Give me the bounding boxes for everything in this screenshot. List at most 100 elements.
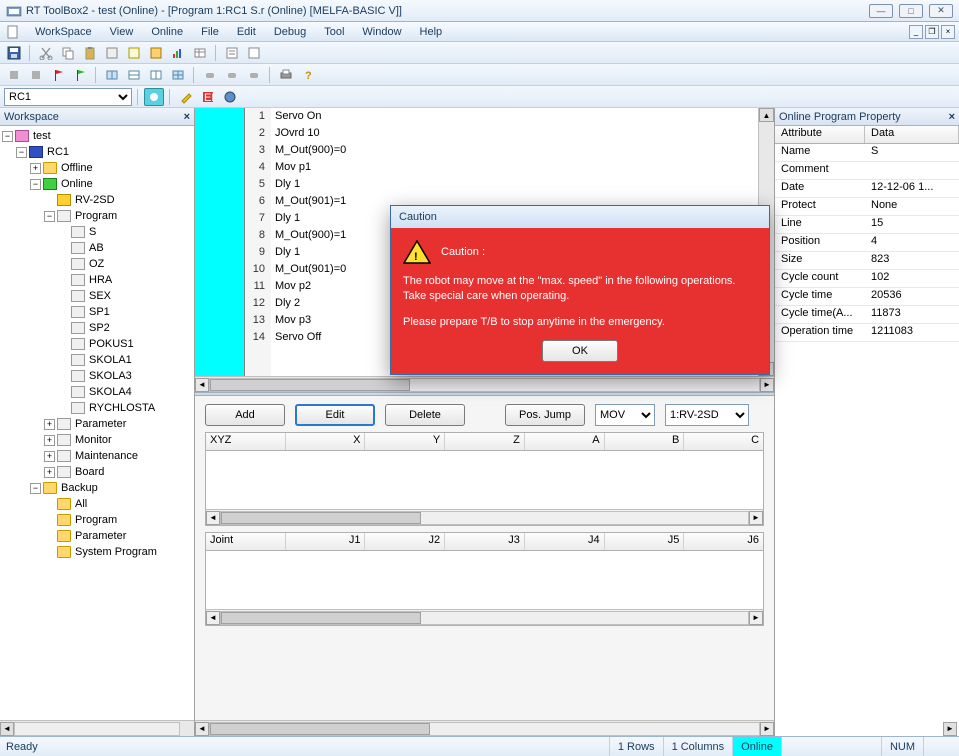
prop-row-size[interactable]: Size823 xyxy=(775,252,959,270)
tree-prog-sp2[interactable]: SP2 xyxy=(2,320,192,336)
table-icon[interactable] xyxy=(190,44,210,62)
tree-board[interactable]: +Board xyxy=(2,464,192,480)
tool-a-icon[interactable] xyxy=(102,44,122,62)
tree-prog-skola1[interactable]: SKOLA1 xyxy=(2,352,192,368)
rect1-icon[interactable] xyxy=(200,66,220,84)
mdi-minimize-button[interactable]: _ xyxy=(909,25,923,39)
panel3-icon[interactable] xyxy=(146,66,166,84)
doc-list-icon[interactable] xyxy=(222,44,242,62)
tree-backup-parameter[interactable]: Parameter xyxy=(2,528,192,544)
tree-offline[interactable]: +Offline xyxy=(2,160,192,176)
tree-backup[interactable]: −Backup xyxy=(2,480,192,496)
tree-prog-skola4[interactable]: SKOLA4 xyxy=(2,384,192,400)
menu-window[interactable]: Window xyxy=(353,24,410,40)
tool-c-icon[interactable] xyxy=(146,44,166,62)
tree-backup-all[interactable]: All xyxy=(2,496,192,512)
tree-backup-system-program[interactable]: System Program xyxy=(2,544,192,560)
menu-online[interactable]: Online xyxy=(142,24,192,40)
prop-row-date[interactable]: Date12-12-06 1... xyxy=(775,180,959,198)
workspace-hscroll[interactable]: ◄ ► xyxy=(0,720,194,736)
tree-prog-skola3[interactable]: SKOLA3 xyxy=(2,368,192,384)
tree-prog-pokus1[interactable]: POKUS1 xyxy=(2,336,192,352)
cut-icon[interactable] xyxy=(36,44,56,62)
err-tool-icon[interactable]: ERR xyxy=(198,88,218,106)
rect3-icon[interactable] xyxy=(244,66,264,84)
workspace-close-button[interactable]: × xyxy=(184,111,190,123)
sim-tool-icon[interactable] xyxy=(144,88,164,106)
delete-button[interactable]: Delete xyxy=(385,404,465,426)
tree-monitor[interactable]: +Monitor xyxy=(2,432,192,448)
pos-jump-button[interactable]: Pos. Jump xyxy=(505,404,585,426)
tree-online[interactable]: −Online xyxy=(2,176,192,192)
tool-b-icon[interactable] xyxy=(124,44,144,62)
edit-tool-icon[interactable] xyxy=(176,88,196,106)
prop-row-operation-time[interactable]: Operation time1211083 xyxy=(775,324,959,342)
tree-parameter[interactable]: +Parameter xyxy=(2,416,192,432)
stop2-icon[interactable] xyxy=(26,66,46,84)
save-icon[interactable] xyxy=(4,44,24,62)
prop-row-position[interactable]: Position4 xyxy=(775,234,959,252)
menu-help[interactable]: Help xyxy=(411,24,452,40)
prop-row-cycle-count[interactable]: Cycle count102 xyxy=(775,270,959,288)
tree-prog-oz[interactable]: OZ xyxy=(2,256,192,272)
close-button[interactable]: ✕ xyxy=(929,4,953,18)
mov-combo[interactable]: MOV xyxy=(595,404,655,426)
copy-icon[interactable] xyxy=(58,44,78,62)
code-hscroll[interactable]: ◄ ► xyxy=(195,376,774,392)
tree-prog-rychlosta[interactable]: RYCHLOSTA xyxy=(2,400,192,416)
paste-icon[interactable] xyxy=(80,44,100,62)
mdi-restore-button[interactable]: ❐ xyxy=(925,25,939,39)
tree-prog-s[interactable]: S xyxy=(2,224,192,240)
panel1-icon[interactable] xyxy=(102,66,122,84)
tree-root[interactable]: −test xyxy=(2,128,192,144)
dialog-ok-button[interactable]: OK xyxy=(542,340,618,362)
help-icon[interactable]: ? xyxy=(298,66,318,84)
tree-prog-sex[interactable]: SEX xyxy=(2,288,192,304)
tree-rv2sd[interactable]: RV-2SD xyxy=(2,192,192,208)
prop-row-cycle-time[interactable]: Cycle time20536 xyxy=(775,288,959,306)
panel4-icon[interactable] xyxy=(168,66,188,84)
prop-row-line[interactable]: Line15 xyxy=(775,216,959,234)
add-button[interactable]: Add xyxy=(205,404,285,426)
doc-list2-icon[interactable] xyxy=(244,44,264,62)
menu-edit[interactable]: Edit xyxy=(228,24,265,40)
menu-file[interactable]: File xyxy=(192,24,228,40)
property-table[interactable]: Attribute Data NameSCommentDate12-12-06 … xyxy=(775,126,959,736)
robot-pos-combo[interactable]: 1:RV-2SD xyxy=(665,404,749,426)
menu-debug[interactable]: Debug xyxy=(265,24,315,40)
mdi-close-button[interactable]: × xyxy=(941,25,955,39)
menu-tool[interactable]: Tool xyxy=(315,24,353,40)
chart-icon[interactable] xyxy=(168,44,188,62)
xyz-table[interactable]: XYZXYZABC ◄► xyxy=(205,432,764,526)
tree-program[interactable]: −Program xyxy=(2,208,192,224)
rect2-icon[interactable] xyxy=(222,66,242,84)
property-close-button[interactable]: × xyxy=(949,111,955,123)
globe-tool-icon[interactable] xyxy=(220,88,240,106)
editor-bottom-hscroll[interactable]: ◄ ► xyxy=(195,720,774,736)
dialog-title-bar[interactable]: Caution xyxy=(391,206,769,228)
edit-button[interactable]: Edit xyxy=(295,404,375,426)
tree-prog-sp1[interactable]: SP1 xyxy=(2,304,192,320)
robot-combo[interactable]: RC1 xyxy=(4,88,132,106)
menu-view[interactable]: View xyxy=(101,24,143,40)
tree-prog-hra[interactable]: HRA xyxy=(2,272,192,288)
prop-row-cycle-time-a---[interactable]: Cycle time(A...11873 xyxy=(775,306,959,324)
property-title: Online Program Property xyxy=(779,111,901,123)
maximize-button[interactable]: □ xyxy=(899,4,923,18)
prop-row-name[interactable]: NameS xyxy=(775,144,959,162)
tree-rc1[interactable]: −RC1 xyxy=(2,144,192,160)
minimize-button[interactable]: — xyxy=(869,4,893,18)
workspace-tree[interactable]: −test−RC1+Offline−OnlineRV-2SD−ProgramSA… xyxy=(0,126,194,720)
prop-row-protect[interactable]: ProtectNone xyxy=(775,198,959,216)
tree-prog-ab[interactable]: AB xyxy=(2,240,192,256)
tree-maintenance[interactable]: +Maintenance xyxy=(2,448,192,464)
flag-green-icon[interactable] xyxy=(70,66,90,84)
flag-red-icon[interactable] xyxy=(48,66,68,84)
prop-row-comment[interactable]: Comment xyxy=(775,162,959,180)
panel2-icon[interactable] xyxy=(124,66,144,84)
joint-table[interactable]: JointJ1J2J3J4J5J6 ◄► xyxy=(205,532,764,626)
print-icon[interactable] xyxy=(276,66,296,84)
menu-workspace[interactable]: WorkSpace xyxy=(26,24,101,40)
tree-backup-program[interactable]: Program xyxy=(2,512,192,528)
stop-icon[interactable] xyxy=(4,66,24,84)
